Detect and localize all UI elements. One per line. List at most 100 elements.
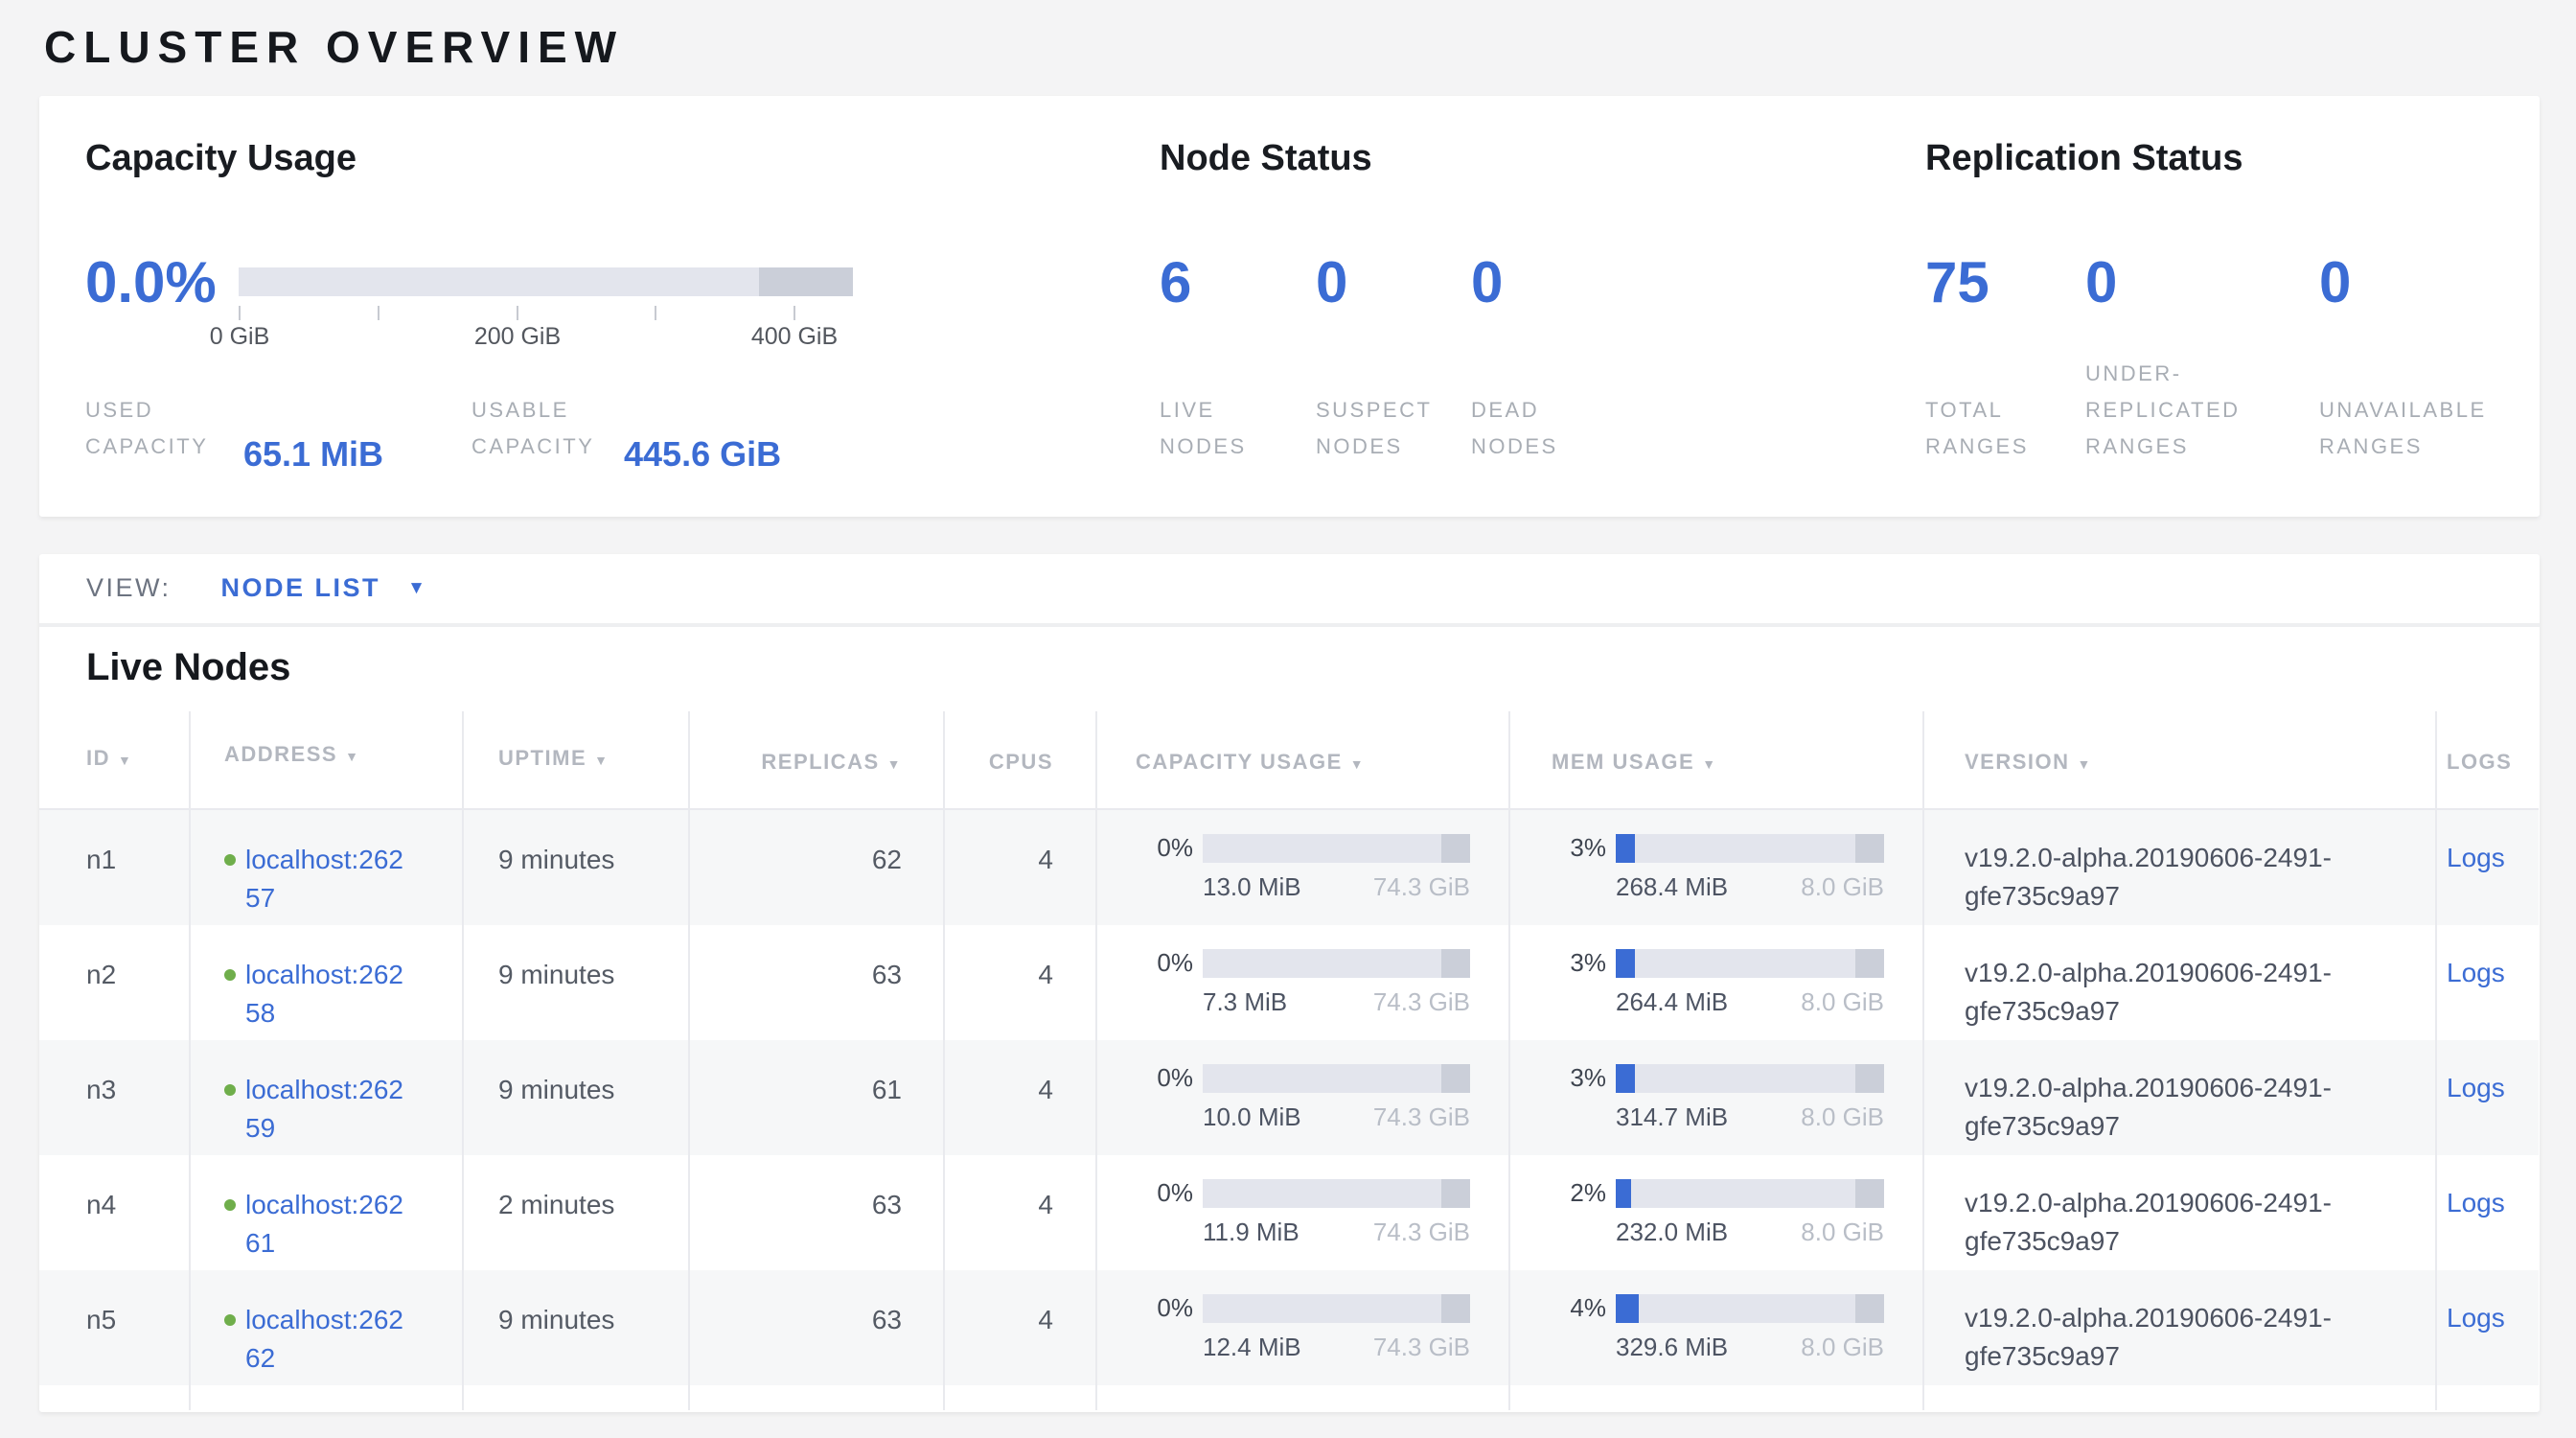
capacity-percent: 0% [1136, 1063, 1193, 1093]
node-status-heading: Node Status [1160, 138, 1372, 179]
capacity-bar [1203, 1064, 1470, 1093]
node-cpus: 4 [943, 1270, 1095, 1385]
node-address-link[interactable]: localhost:26262 [245, 1301, 410, 1385]
node-address-cell: localhost:26257 [189, 810, 462, 925]
capacity-usage-cell: 0% 11.9 MiB 74.3 GiB [1095, 1155, 1508, 1270]
mem-bar [1616, 1294, 1884, 1323]
capacity-total: 74.3 GiB [1373, 987, 1470, 1017]
logs-cell: Logs [2435, 1155, 2539, 1270]
mem-percent: 3% [1549, 833, 1606, 863]
node-address-cell: localhost:26258 [189, 925, 462, 1040]
node-address-link[interactable]: localhost:26258 [245, 956, 410, 1040]
mem-usage-cell: 4% 329.6 MiB8.0 GiB [1508, 1270, 1922, 1385]
logs-link[interactable]: Logs [2447, 1303, 2505, 1333]
capacity-used: 7.3 MiB [1203, 987, 1287, 1017]
logs-link[interactable]: Logs [2447, 843, 2505, 872]
capacity-used: 11.9 MiB [1203, 1218, 1300, 1247]
node-uptime: 9 minutes [462, 925, 688, 1040]
axis-tick-label: 200 GiB [474, 323, 561, 351]
node-version-cell: v19.2.0-alpha.20190606-2491-gfe735c9a97 [1922, 925, 2435, 1040]
sort-arrow-icon: ▼ [2078, 756, 2092, 772]
view-selector-dropdown[interactable]: NODE LIST [221, 573, 381, 602]
capacity-bar [1203, 834, 1470, 863]
mem-usage-cell: 3% 264.4 MiB8.0 GiB [1508, 925, 1922, 1040]
column-header-id[interactable]: ID▼ [39, 711, 189, 808]
live-status-dot-icon [224, 1084, 236, 1096]
capacity-usage-cell: 0% 7.3 MiB74.3 GiB [1095, 925, 1508, 1040]
node-cpus: 4 [943, 810, 1095, 925]
view-bar: VIEW: NODE LIST ▼ [39, 554, 2540, 623]
live-nodes-count: 6 [1160, 254, 1191, 312]
mem-percent: 2% [1549, 1178, 1606, 1208]
capacity-percent: 0% [1136, 1293, 1193, 1323]
node-id: n4 [39, 1155, 189, 1270]
summary-card: Capacity Usage 0.0% 0 GiB 200 GiB 400 Gi… [39, 96, 2540, 517]
node-version-cell: v19.2.0-alpha.20190606-2491-gfe735c9a97 [1922, 1270, 2435, 1385]
mem-total: 8.0 GiB [1801, 1102, 1884, 1132]
column-header-mem-usage[interactable]: MEM USAGE▼ [1508, 711, 1922, 808]
table-row: n3 localhost:26259 9 minutes 61 4 0% 10.… [39, 1040, 2539, 1155]
table-header-row: ID▼ ADDRESS▼ UPTIME▼ REPLICAS▼ CPUS CAPA… [39, 711, 2539, 810]
capacity-usage-cell: 0% 13.0 MiB 74.3 GiB [1095, 810, 1508, 925]
capacity-total: 74.3 GiB [1373, 1218, 1470, 1247]
node-address-link[interactable]: localhost:26257 [245, 841, 410, 925]
capacity-used: 13.0 MiB [1203, 872, 1301, 902]
capacity-percent: 0% [1136, 833, 1193, 863]
logs-cell: Logs [2435, 810, 2539, 925]
column-header-replicas[interactable]: REPLICAS▼ [688, 711, 943, 808]
column-header-address[interactable]: ADDRESS▼ [189, 711, 462, 808]
logs-link[interactable]: Logs [2447, 1073, 2505, 1102]
column-header-capacity-usage[interactable]: CAPACITY USAGE▼ [1095, 711, 1508, 808]
node-version-cell: v19.2.0-alpha.20190606-2491-gfe735c9a97 [1922, 1155, 2435, 1270]
live-status-dot-icon [224, 1199, 236, 1211]
mem-percent: 3% [1549, 1063, 1606, 1093]
column-header-uptime[interactable]: UPTIME▼ [462, 711, 688, 808]
live-status-dot-icon [224, 854, 236, 866]
axis-tick [655, 306, 656, 320]
table-row: n4 localhost:26261 2 minutes 63 4 0% 11.… [39, 1155, 2539, 1270]
logs-link[interactable]: Logs [2447, 1188, 2505, 1218]
live-nodes-label: LIVE NODES [1160, 392, 1289, 465]
node-replicas: 63 [688, 925, 943, 1040]
logs-cell: Logs [2435, 1040, 2539, 1155]
chevron-down-icon: ▼ [407, 578, 427, 598]
node-address-link[interactable]: localhost:26259 [245, 1071, 410, 1155]
total-ranges-count: 75 [1925, 254, 1990, 312]
capacity-total: 74.3 GiB [1373, 1102, 1470, 1132]
mem-total: 8.0 GiB [1801, 1333, 1884, 1362]
live-nodes-table: ID▼ ADDRESS▼ UPTIME▼ REPLICAS▼ CPUS CAPA… [39, 711, 2539, 1410]
column-header-logs: LOGS [2435, 711, 2539, 808]
mem-usage-cell: 3% 268.4 MiB8.0 GiB [1508, 810, 1922, 925]
mem-used: 232.0 MiB [1616, 1218, 1728, 1247]
node-id: n1 [39, 810, 189, 925]
node-replicas: 63 [688, 1270, 943, 1385]
dead-nodes-count: 0 [1471, 254, 1503, 312]
capacity-bar-axis: 0 GiB 200 GiB 400 GiB [239, 296, 853, 354]
suspect-nodes-label: SUSPECT NODES [1316, 392, 1445, 465]
nodes-card: VIEW: NODE LIST ▼ Live Nodes ID▼ ADDRESS… [39, 554, 2540, 1412]
under-replicated-ranges-count: 0 [2085, 254, 2117, 312]
capacity-usage-bar: 0 GiB 200 GiB 400 GiB [239, 267, 853, 354]
suspect-nodes-count: 0 [1316, 254, 1347, 312]
replication-status-heading: Replication Status [1925, 138, 2243, 179]
node-replicas: 62 [688, 810, 943, 925]
mem-total: 8.0 GiB [1801, 1218, 1884, 1247]
logs-link[interactable]: Logs [2447, 958, 2505, 987]
node-address-link[interactable]: localhost:26261 [245, 1186, 410, 1270]
node-address-cell: localhost:26259 [189, 1040, 462, 1155]
live-status-dot-icon [224, 969, 236, 981]
capacity-bar [1203, 949, 1470, 978]
capacity-total: 74.3 GiB [1373, 872, 1470, 902]
mem-total: 8.0 GiB [1801, 987, 1884, 1017]
dead-nodes-label: DEAD NODES [1471, 392, 1600, 465]
capacity-percent: 0% [1136, 1178, 1193, 1208]
node-replicas: 63 [688, 1155, 943, 1270]
used-capacity-value: 65.1 MiB [243, 434, 383, 475]
sort-arrow-icon: ▼ [345, 749, 359, 764]
column-header-version[interactable]: VERSION▼ [1922, 711, 2435, 808]
axis-tick [378, 306, 380, 320]
usable-capacity-label: USABLE CAPACITY [472, 392, 615, 465]
mem-bar [1616, 834, 1884, 863]
live-nodes-heading: Live Nodes [39, 627, 2540, 711]
usable-capacity-value: 445.6 GiB [624, 434, 781, 475]
